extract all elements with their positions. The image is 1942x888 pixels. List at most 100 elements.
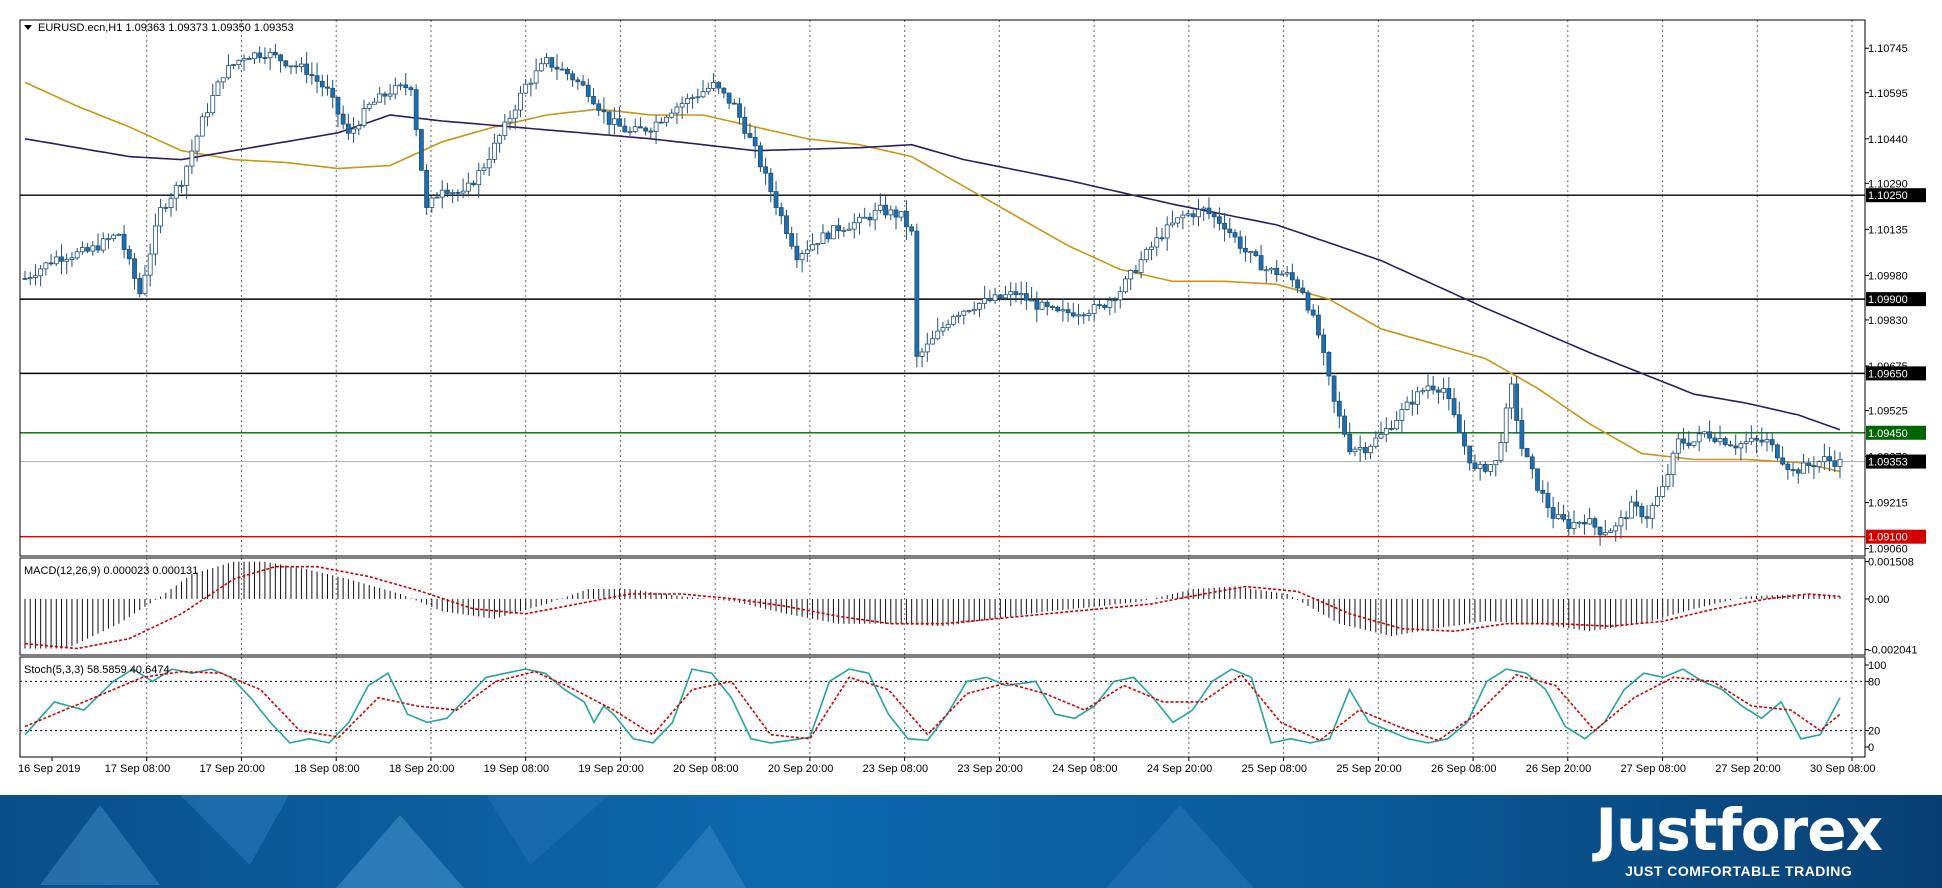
price-tick-label: 1.09215 — [1868, 498, 1908, 510]
candle-body — [1545, 492, 1551, 508]
candle-body — [1503, 407, 1509, 443]
candle-body — [622, 125, 628, 133]
price-tick-label: 1.10135 — [1868, 224, 1908, 236]
candle-body — [351, 128, 356, 134]
candle-body — [799, 253, 805, 261]
candle-body — [731, 102, 737, 105]
candle-body — [653, 121, 659, 132]
candle-body — [904, 210, 909, 228]
candle-body — [914, 230, 920, 357]
candle-body — [1091, 304, 1097, 314]
candle-body — [1310, 309, 1316, 316]
candle-body — [1086, 313, 1092, 316]
candle-body — [648, 130, 654, 133]
candle-body — [1482, 463, 1488, 472]
candle-body — [1331, 375, 1337, 402]
candle-body — [1008, 291, 1014, 296]
candle-body — [194, 135, 200, 152]
candle-body — [1827, 456, 1832, 462]
candle-body — [1576, 521, 1582, 524]
candle-body — [1409, 401, 1415, 405]
candle-body — [210, 95, 216, 114]
candle-body — [481, 167, 487, 172]
candle-body — [695, 96, 701, 99]
brand-logo[interactable]: Justforex JUST COMFORTABLE TRADING — [1595, 799, 1883, 879]
candle-body — [768, 172, 774, 193]
candle-body — [1003, 294, 1008, 299]
candle-body — [1368, 445, 1374, 454]
candle-body — [1743, 441, 1749, 444]
candle-body — [152, 225, 158, 255]
candle-body — [528, 82, 534, 85]
candle-body — [366, 103, 372, 109]
stoch-tick-label: 100 — [1868, 660, 1886, 672]
candle-body — [919, 351, 925, 357]
time-tick-label: 23 Sep 20:00 — [957, 763, 1022, 775]
candle-body — [1305, 292, 1311, 311]
candle-body — [1769, 439, 1775, 446]
candle-body — [372, 101, 377, 105]
level-tag: 1.10250 — [1868, 190, 1908, 202]
candle-body — [1618, 517, 1624, 527]
candle-body — [1748, 437, 1754, 443]
candle-body — [1201, 207, 1207, 210]
candle-body — [945, 323, 951, 329]
candle-body — [361, 108, 367, 127]
candle-body — [1582, 521, 1587, 525]
candle-body — [831, 225, 836, 240]
candle-body — [43, 262, 49, 270]
candle-body — [252, 52, 257, 60]
candle-body — [1566, 518, 1572, 529]
candle-body — [674, 106, 680, 114]
candle-body — [33, 275, 38, 278]
candle-body — [580, 81, 586, 86]
candle-body — [158, 207, 164, 227]
candle-body — [1670, 452, 1676, 475]
price-tick-label: 1.10595 — [1868, 88, 1908, 100]
candle-body — [111, 234, 117, 240]
candle-body — [512, 109, 518, 119]
candle-body — [356, 125, 362, 130]
candle-body — [549, 57, 555, 68]
candle-body — [1274, 267, 1280, 275]
time-tick-label: 20 Sep 08:00 — [673, 763, 738, 775]
candle-body — [1029, 299, 1034, 302]
candle-body — [716, 82, 722, 89]
candle-body — [1425, 385, 1431, 392]
candle-body — [888, 209, 894, 216]
candle-body — [1289, 272, 1295, 281]
brand-slogan: JUST COMFORTABLE TRADING — [1625, 863, 1853, 879]
candle-body — [1055, 307, 1061, 312]
candle-body — [627, 131, 633, 133]
candle-body — [460, 190, 466, 194]
candle-body — [924, 343, 930, 353]
candle-body — [38, 268, 44, 277]
candle-body — [1811, 465, 1817, 468]
candle-body — [64, 259, 70, 262]
price-tick-label: 1.10440 — [1868, 134, 1908, 146]
candle-body — [544, 57, 549, 65]
candle-body — [236, 59, 242, 66]
candle-body — [523, 83, 529, 94]
candle-body — [1550, 507, 1556, 519]
chart-title: EURUSD.ecn,H1 1.09363 1.09373 1.09350 1.… — [38, 22, 294, 34]
candle-body — [1190, 213, 1196, 218]
candle-body — [585, 84, 591, 97]
candle-body — [711, 82, 716, 89]
candle-body — [883, 204, 888, 216]
candle-body — [507, 117, 513, 123]
candle-body — [283, 60, 289, 67]
chart-canvas[interactable]: 1.107451.105951.104401.102901.101351.099… — [0, 0, 1942, 795]
level-tag: 1.09100 — [1868, 532, 1908, 544]
candle-body — [142, 274, 148, 295]
price-tick-label: 1.09060 — [1868, 544, 1908, 556]
candle-body — [940, 327, 946, 332]
candle-body — [22, 277, 28, 280]
candle-body — [638, 126, 643, 129]
candle-body — [643, 127, 649, 132]
candle-body — [1133, 270, 1139, 273]
candle-body — [857, 216, 862, 224]
candle-body — [1712, 437, 1718, 443]
candle-body — [1675, 438, 1681, 454]
candle-body — [173, 184, 179, 199]
